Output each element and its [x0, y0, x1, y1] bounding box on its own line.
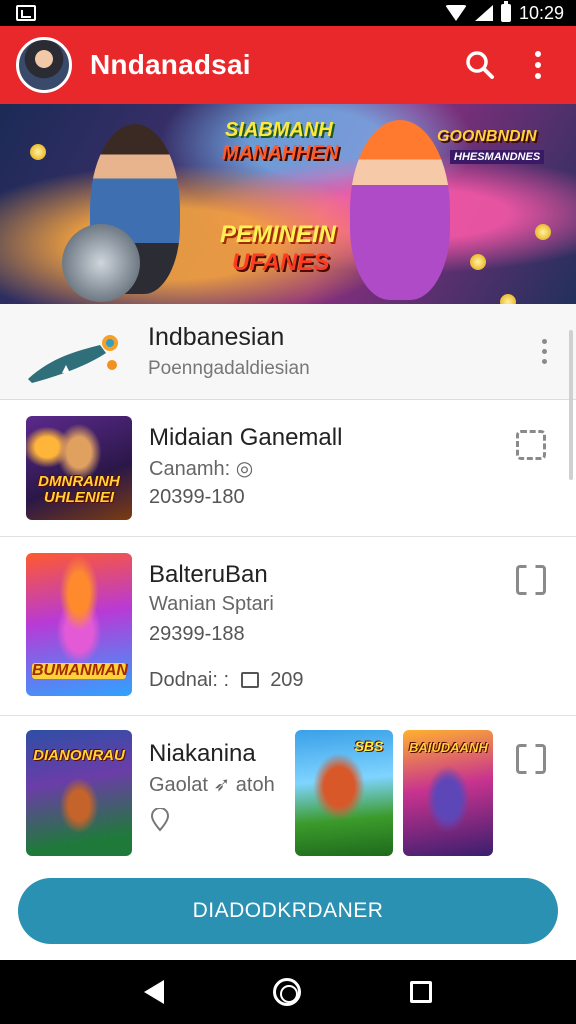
recents-icon[interactable]: [409, 981, 432, 1003]
back-icon[interactable]: [144, 980, 165, 1004]
game-thumbnail: Bumanman: [26, 553, 132, 696]
select-dashed-icon[interactable]: [516, 430, 546, 460]
avatar[interactable]: [16, 37, 72, 93]
channel-subtitle: Poenngadaldiesian: [148, 358, 310, 379]
banner-title-main-2: Ufanes: [232, 249, 330, 276]
channel-info: Indbanesian Poenngadaldiesian: [132, 323, 532, 380]
item-subtitle: Gaolat ➶ atoh: [149, 774, 275, 796]
thumbnail-label: Bumanman: [32, 662, 128, 679]
game-thumbnail-tertiary[interactable]: Baiudaanh: [403, 730, 493, 856]
banner-shield-graphic: [62, 224, 140, 302]
item-subtitle: Canamh: ◎: [149, 458, 254, 480]
share-icon: [240, 672, 259, 688]
signal-icon: [474, 5, 493, 21]
coin-graphic: [535, 224, 551, 240]
list-item[interactable]: Bumanman BalteruBan Wanian Sptari 29399-…: [0, 537, 576, 716]
overflow-menu-button[interactable]: [516, 43, 560, 87]
home-icon[interactable]: [272, 978, 301, 1006]
app-title: Nndanadsai: [90, 49, 251, 80]
more-vertical-icon: [526, 45, 550, 85]
search-button[interactable]: [458, 43, 502, 87]
banner-badge-sub: Hhesmandnes: [450, 150, 545, 164]
thumbnail-label: Dmnrainh Uhleniei: [38, 473, 120, 506]
coin-graphic: [30, 144, 46, 160]
search-icon: [466, 51, 494, 79]
banner-title-top-1: Siabmanh: [225, 119, 333, 141]
game-thumbnail: Dianonrau: [26, 730, 132, 856]
game-list: Dmnrainh Uhleniei Midaian Ganemall Canam…: [0, 400, 576, 860]
list-item[interactable]: Dianonrau Niakanina Gaolat ➶ atoh SBS Ba…: [0, 716, 576, 860]
thumbnail-label: SBS: [354, 738, 384, 754]
coin-graphic: [470, 254, 486, 270]
banner-title-top-2: Manahhen: [222, 142, 339, 164]
item-subtitle: Wanian Sptari: [149, 593, 274, 615]
banner-title-main-1: Peminein: [220, 221, 337, 248]
hero-banner[interactable]: Siabmanh Manahhen Peminein Ufanes Goonbn…: [0, 104, 576, 304]
item-extra-label: Dodnai: :: [149, 669, 230, 691]
banner-heroine-figure: [350, 120, 450, 300]
primary-action-button[interactable]: DIADODKRDANER: [18, 878, 558, 944]
battery-icon: [500, 1, 511, 22]
item-meta: 29399-188: [149, 623, 245, 645]
banner-badge: Goonbndin: [437, 128, 537, 145]
item-title: Midaian Ganemall: [149, 424, 343, 451]
game-thumbnail-secondary[interactable]: SBS: [295, 730, 393, 856]
channel-logo: [22, 317, 132, 387]
clock: 10:29: [518, 2, 564, 23]
system-nav-bar: [0, 960, 576, 1024]
item-meta: 20399-180: [149, 486, 245, 508]
item-extra: Dodnai: : 209: [149, 669, 304, 692]
game-thumbnail: Dmnrainh Uhleniei: [26, 416, 132, 520]
channel-header[interactable]: Indbanesian Poenngadaldiesian: [0, 304, 576, 400]
channel-name: Indbanesian: [148, 323, 285, 351]
select-corners-icon[interactable]: [516, 565, 546, 595]
select-corners-icon[interactable]: [516, 744, 546, 774]
item-title: BalteruBan: [149, 561, 268, 588]
thumbnail-label: Baiudaanh: [409, 740, 488, 755]
notification-icon: [16, 5, 36, 21]
status-indicators: 10:29: [444, 1, 564, 24]
brush-logo-icon: [28, 334, 118, 383]
wifi-icon: [444, 5, 467, 21]
status-bar: 10:29: [0, 0, 576, 26]
more-vertical-icon[interactable]: [532, 332, 556, 372]
item-extra-value: 209: [270, 669, 304, 691]
scrollbar[interactable]: [569, 330, 573, 480]
location-pin-icon: [150, 807, 170, 832]
list-item[interactable]: Dmnrainh Uhleniei Midaian Ganemall Canam…: [0, 400, 576, 537]
item-title: Niakanina: [149, 740, 256, 767]
app-bar: Nndanadsai: [0, 26, 576, 104]
coin-graphic: [500, 294, 516, 304]
app-screen: 10:29 Nndanadsai Siabmanh Manahhen Pemin…: [0, 0, 576, 1024]
bottom-action-area: DIADODKRDANER: [0, 860, 576, 960]
thumbnail-label: Dianonrau: [33, 747, 125, 764]
